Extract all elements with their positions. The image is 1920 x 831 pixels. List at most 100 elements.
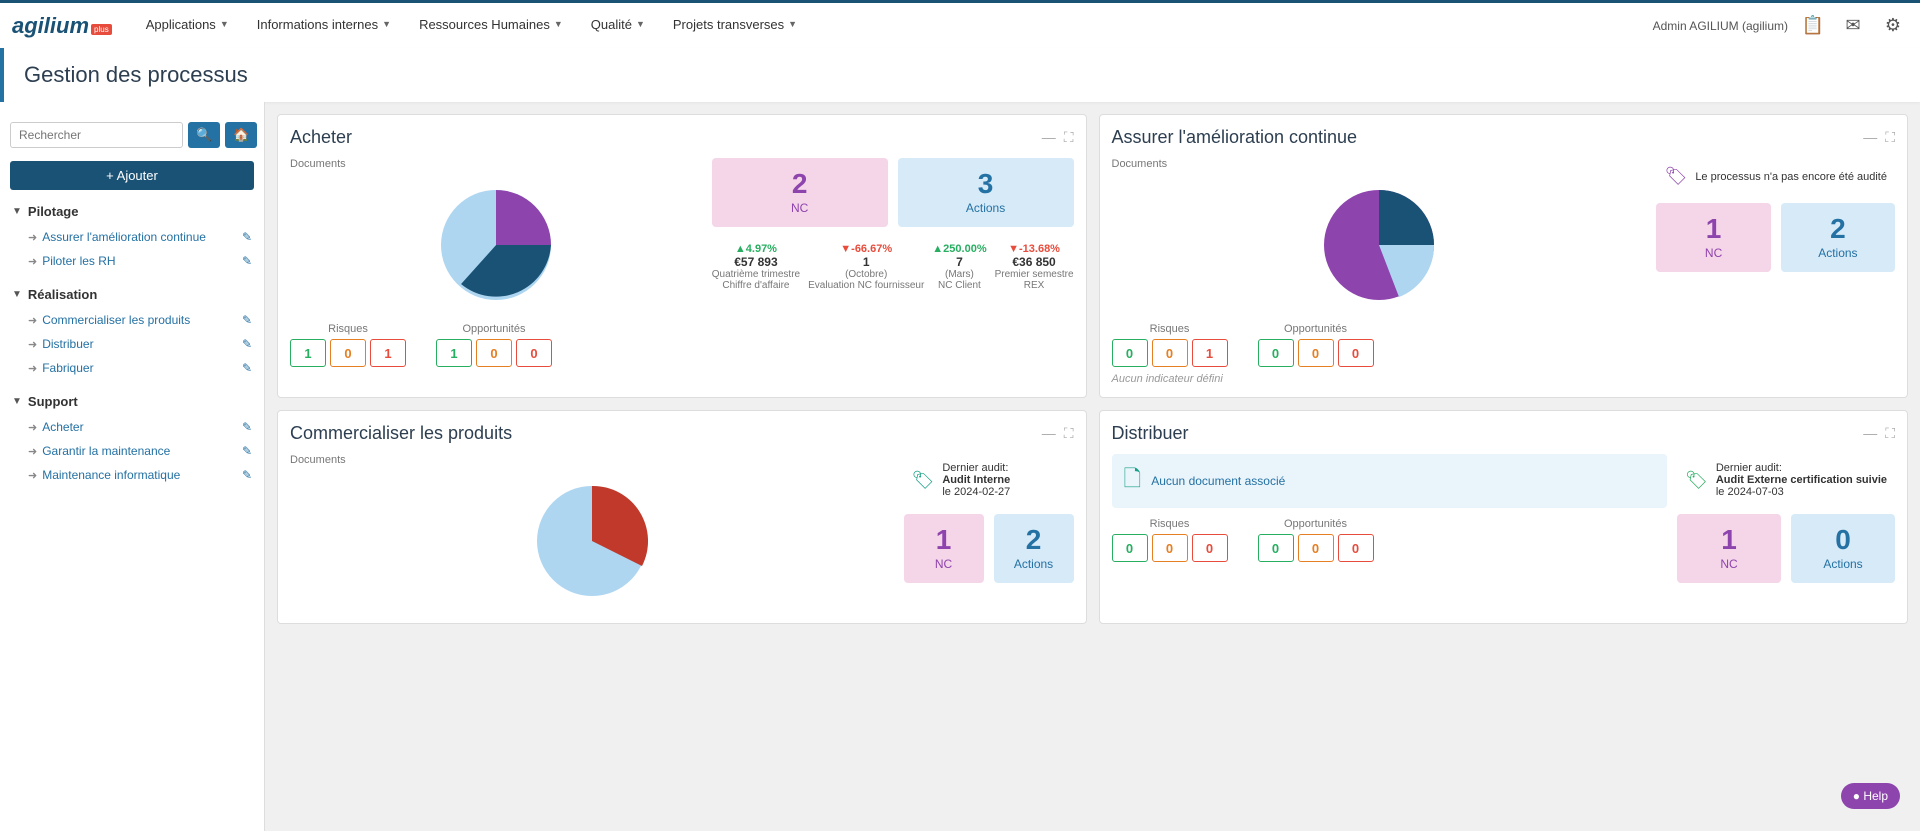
arrow-icon: ➜ <box>28 314 37 327</box>
opp-badge-green: 1 <box>436 339 472 367</box>
opp-badge-red-2: 0 <box>1338 339 1374 367</box>
commercialiser-actions-label: Actions <box>1002 557 1066 571</box>
edit-icon[interactable]: ✎ <box>242 254 252 268</box>
distribuer-risk-red: 0 <box>1192 534 1228 562</box>
expand-icon[interactable]: ⛶ <box>1885 425 1895 442</box>
sidebar: 🔍 🏠 + Ajouter ▼ Pilotage ➜ Assurer l'amé… <box>0 102 265 831</box>
risk-badge-green-2: 0 <box>1112 339 1148 367</box>
sidebar-item-maintenance[interactable]: ➜ Maintenance informatique ✎ <box>0 463 264 487</box>
minimize-icon[interactable]: — <box>1042 129 1056 146</box>
amelioration-audit-tag: 🏷 Le processus n'a pas encore été audité <box>1656 158 1895 195</box>
add-button[interactable]: + Ajouter <box>10 161 254 190</box>
user-label: Admin AGILIUM (agilium) <box>1653 19 1788 33</box>
commercialiser-nc-label: NC <box>912 557 976 571</box>
opps-group-2: Opportunités 0 0 0 <box>1258 323 1374 367</box>
collapse-icon: ▼ <box>12 396 22 407</box>
amelioration-nc-box: 1 NC <box>1656 203 1770 272</box>
opp-badge-red: 0 <box>516 339 552 367</box>
risks-opps-row-2: Risques 0 0 1 Opportunités 0 <box>1112 323 1647 367</box>
mail-icon[interactable]: ✉ <box>1838 11 1868 41</box>
pie-label-3: Documents <box>290 454 894 466</box>
chevron-down-icon: ▼ <box>788 19 797 29</box>
acheter-nc-label: NC <box>720 201 880 215</box>
amelioration-pie-chart <box>1309 175 1449 315</box>
acheter-pie-chart <box>426 175 566 315</box>
nav-item-applications[interactable]: Applications ▼ <box>132 2 243 50</box>
sidebar-item-acheter[interactable]: ➜ Acheter ✎ <box>0 415 264 439</box>
sidebar-item-distribuer[interactable]: ➜ Distribuer ✎ <box>0 332 264 356</box>
section-support-header[interactable]: ▼ Support <box>0 388 264 415</box>
nav-item-projets[interactable]: Projets transverses ▼ <box>659 2 811 50</box>
doc-msg: Aucun document associé <box>1151 474 1285 488</box>
commercialiser-nc-box: 1 NC <box>904 514 984 583</box>
nav-item-qualite[interactable]: Qualité ▼ <box>577 2 659 50</box>
edit-icon[interactable]: ✎ <box>242 444 252 458</box>
expand-icon[interactable]: ⛶ <box>1064 129 1074 146</box>
ind-name-1: Chiffre d'affaire <box>712 280 800 291</box>
distribuer-audit-tag: 🏷 Dernier audit: Audit Externe certifica… <box>1677 454 1895 506</box>
distribuer-risks-group: Risques 0 0 0 <box>1112 518 1228 562</box>
ind-name-2: Evaluation NC fournisseur <box>808 280 924 291</box>
edit-icon[interactable]: ✎ <box>242 420 252 434</box>
sidebar-item-commercialiser[interactable]: ➜ Commercialiser les produits ✎ <box>0 308 264 332</box>
chevron-down-icon: ▼ <box>554 19 563 29</box>
risks-badges-2: 0 0 1 <box>1112 339 1228 367</box>
search-input[interactable] <box>10 122 183 148</box>
risks-title-2: Risques <box>1112 323 1228 335</box>
risks-opps-row: Risques 1 0 1 Opportunités 1 <box>290 323 702 367</box>
no-indicator: Aucun indicateur défini <box>1112 373 1647 385</box>
ind-change-1: ▲4.97% <box>712 243 800 255</box>
edit-icon[interactable]: ✎ <box>242 468 252 482</box>
minimize-icon[interactable]: — <box>1863 425 1877 442</box>
distribuer-nc-label: NC <box>1685 557 1773 571</box>
ind-change-3: ▲250.00% <box>932 243 986 255</box>
home-button[interactable]: 🏠 <box>225 122 257 148</box>
acheter-stat-boxes: 2 NC 3 Actions <box>712 158 1074 227</box>
clipboard-icon[interactable]: 📋 <box>1798 11 1828 41</box>
indicator-4: ▼-13.68% €36 850 Premier semestre REX <box>995 243 1074 291</box>
edit-icon[interactable]: ✎ <box>242 361 252 375</box>
minimize-icon[interactable]: — <box>1863 129 1877 146</box>
logo[interactable]: agilium plus <box>12 13 112 39</box>
card-controls-2: — ⛶ <box>1863 129 1895 146</box>
distribuer-left: 🗋 Aucun document associé Risques 0 0 0 <box>1112 454 1667 562</box>
edit-icon[interactable]: ✎ <box>242 337 252 351</box>
opps-title: Opportunités <box>436 323 552 335</box>
amelioration-nc-label: NC <box>1664 246 1762 260</box>
ind-period-3: (Mars) <box>932 269 986 280</box>
indicator-3: ▲250.00% 7 (Mars) NC Client <box>932 243 986 291</box>
section-pilotage-header[interactable]: ▼ Pilotage <box>0 198 264 225</box>
sidebar-item-fabriquer[interactable]: ➜ Fabriquer ✎ <box>0 356 264 380</box>
ind-period-1: Quatrième trimestre <box>712 269 800 280</box>
card-acheter-header: Acheter — ⛶ <box>290 127 1074 148</box>
acheter-risks-opps: Risques 1 0 1 Opportunités 1 <box>290 323 702 367</box>
search-button[interactable]: 🔍 <box>188 122 220 148</box>
section-realisation-header[interactable]: ▼ Réalisation <box>0 281 264 308</box>
collapse-icon: ▼ <box>12 289 22 300</box>
distribuer-actions-value: 0 <box>1799 526 1887 554</box>
distribuer-stat-boxes: 1 NC 0 Actions <box>1677 514 1895 583</box>
card-distribuer-body: 🗋 Aucun document associé Risques 0 0 0 <box>1112 454 1896 583</box>
sidebar-item-garantir[interactable]: ➜ Garantir la maintenance ✎ <box>0 439 264 463</box>
nav-item-rh[interactable]: Ressources Humaines ▼ <box>405 2 577 50</box>
expand-icon[interactable]: ⛶ <box>1064 425 1074 442</box>
distribuer-right: 🏷 Dernier audit: Audit Externe certifica… <box>1677 454 1895 583</box>
sidebar-item-piloter-rh[interactable]: ➜ Piloter les RH ✎ <box>0 249 264 273</box>
minimize-icon[interactable]: — <box>1042 425 1056 442</box>
settings-icon[interactable]: ⚙ <box>1878 11 1908 41</box>
pie-label-2: Documents <box>1112 158 1647 170</box>
acheter-chart-area: Documents Risques <box>290 158 702 367</box>
edit-icon[interactable]: ✎ <box>242 313 252 327</box>
edit-icon[interactable]: ✎ <box>242 230 252 244</box>
ind-value-4: €36 850 <box>995 255 1074 269</box>
help-button[interactable]: ● Help <box>1841 783 1900 809</box>
expand-icon[interactable]: ⛶ <box>1885 129 1895 146</box>
nav-item-informations[interactable]: Informations internes ▼ <box>243 2 405 50</box>
risks-badges: 1 0 1 <box>290 339 406 367</box>
risks-group: Risques 1 0 1 <box>290 323 406 367</box>
sidebar-item-amelioration[interactable]: ➜ Assurer l'amélioration continue ✎ <box>0 225 264 249</box>
distribuer-actions-box: 0 Actions <box>1791 514 1895 583</box>
distribuer-nc-box: 1 NC <box>1677 514 1781 583</box>
arrow-icon: ➜ <box>28 362 37 375</box>
acheter-actions-label: Actions <box>906 201 1066 215</box>
